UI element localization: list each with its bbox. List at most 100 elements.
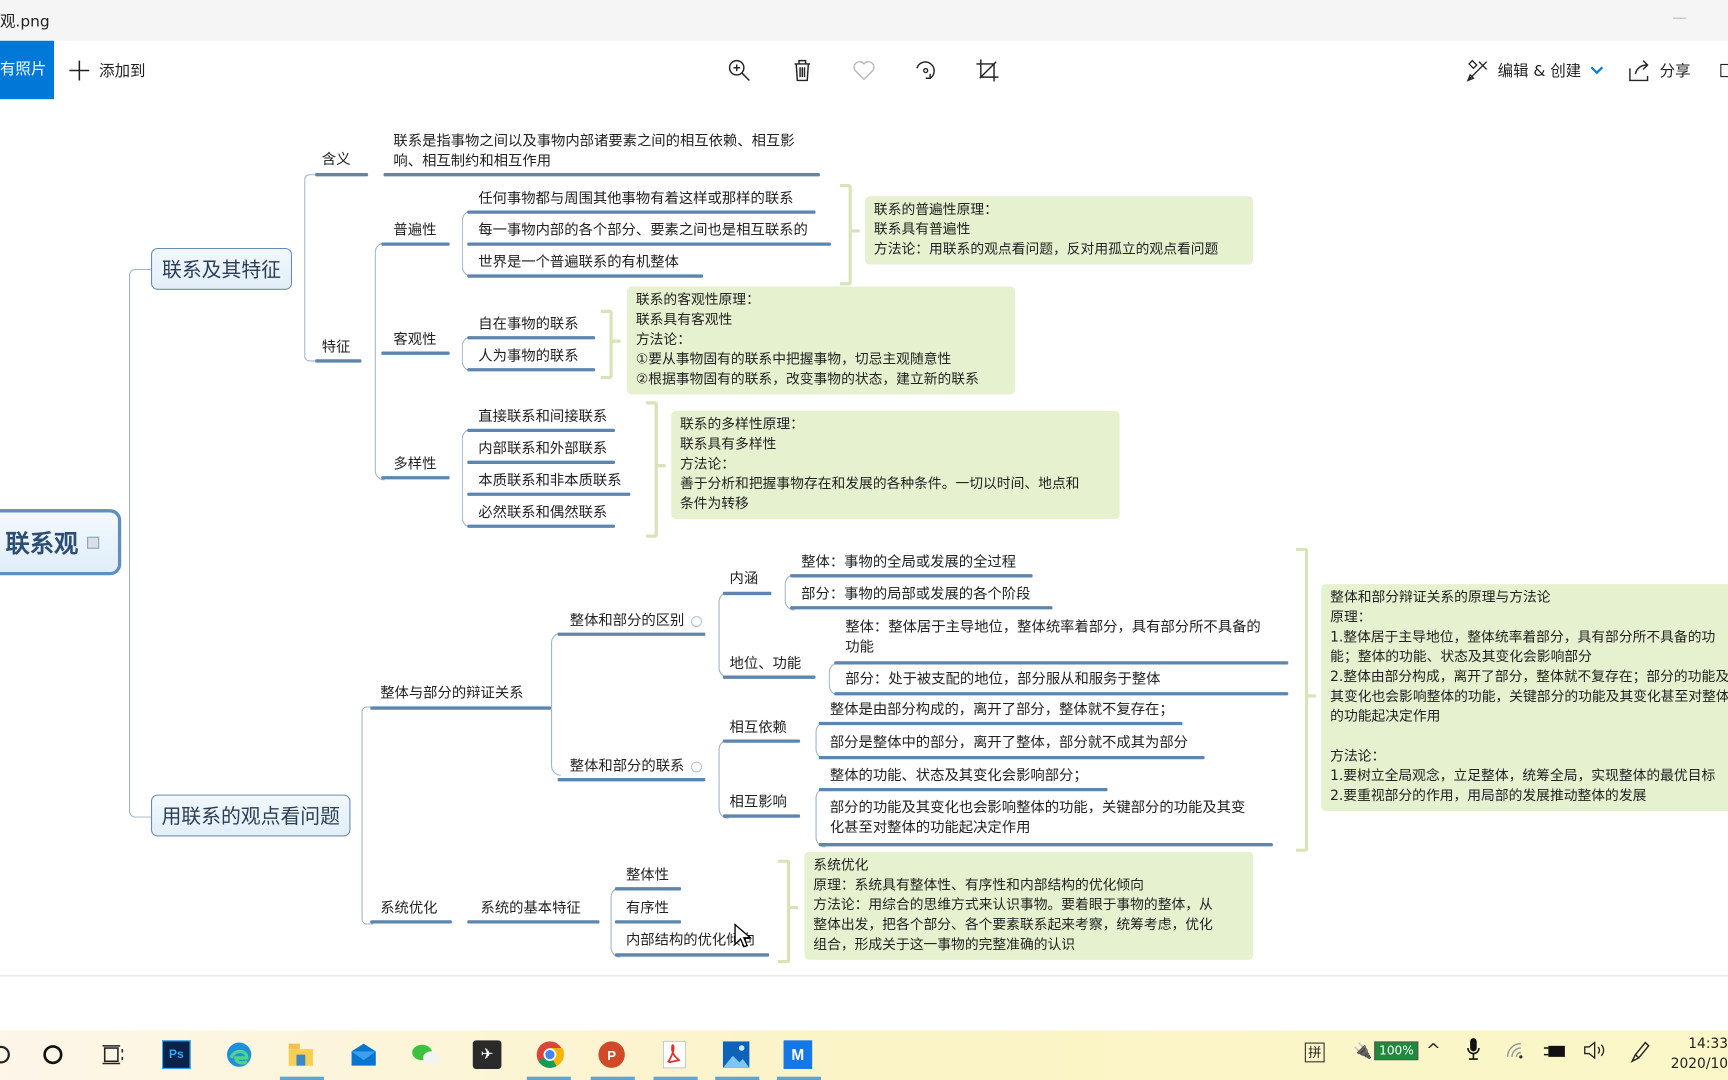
share-label: 分享 <box>1659 62 1691 80</box>
objectivity-connector <box>461 336 472 372</box>
delete-icon <box>789 57 815 83</box>
connotation-item[interactable]: 部分：事物的局部或发展的各个阶段 <box>801 585 1030 605</box>
node-meaning-text[interactable]: 联系是指事物之间以及事物内部诸要素之间的相互依赖、相互影 响、相互制约和相互作用 <box>393 132 794 172</box>
ime-label: 拼 <box>1308 1044 1322 1061</box>
diversity-item[interactable]: 本质联系和非本质联系 <box>478 472 621 492</box>
root-node[interactable]: 联系观 <box>0 509 122 576</box>
node-difference[interactable]: 整体和部分的区别 <box>570 612 703 632</box>
interaction-item[interactable]: 部分的功能及其变化也会影响整体的功能，关键部分的功能及其变 化甚至对整体的功能起… <box>830 799 1245 839</box>
delete-button[interactable] <box>789 41 815 99</box>
share-button[interactable]: 分享 <box>1627 41 1691 99</box>
node-system-optimization[interactable]: 系统优化 <box>380 899 437 919</box>
title-bar: 观.png <box>0 0 1728 41</box>
all-photos-button[interactable]: 有照片 <box>0 40 54 100</box>
favorite-button[interactable] <box>851 41 877 99</box>
edge-icon[interactable] <box>224 1039 255 1070</box>
node-dialectic[interactable]: 整体与部分的辩证关系 <box>380 684 523 704</box>
dialectic-connector <box>551 632 561 776</box>
interaction-item[interactable]: 整体的功能、状态及其变化会影响部分； <box>830 767 1088 787</box>
app-bird-icon[interactable]: ✈ <box>472 1039 503 1070</box>
minimize-button[interactable] <box>1672 17 1687 19</box>
start-button[interactable] <box>0 1039 22 1070</box>
pen-icon[interactable] <box>1629 1039 1651 1067</box>
clock[interactable]: 14:33 2020/10 <box>1662 1034 1728 1074</box>
rotate-button[interactable] <box>912 41 938 99</box>
universality-item[interactable]: 任何事物都与周围其他事物有着这样或那样的联系 <box>478 190 793 210</box>
summary-bracket-tick <box>1307 694 1316 698</box>
task-view-icon[interactable] <box>98 1039 129 1070</box>
microphone-icon[interactable] <box>1466 1037 1481 1065</box>
status-item[interactable]: 整体：整体居于主导地位，整体统率着部分，具有部分所不具备的 功能 <box>845 618 1260 658</box>
objectivity-label: 客观性 <box>393 331 437 349</box>
file-explorer-icon[interactable] <box>285 1039 316 1070</box>
app-blue-icon[interactable]: M <box>782 1039 813 1070</box>
note-system-optimization: 系统优化 原理：系统具有整体性、有序性和内部结构的优化倾向 方法论：用综合的思维… <box>804 851 1254 960</box>
node-connotation[interactable]: 内涵 <box>730 570 759 590</box>
objectivity-item[interactable]: 人为事物的联系 <box>478 347 578 367</box>
system-feature-item[interactable]: 整体性 <box>626 866 669 886</box>
note-dialectic: 整体和部分辩证关系的原理与方法论 原理： 1.整体居于主导地位，整体统率着部分，… <box>1321 584 1728 812</box>
node-system-features[interactable]: 系统的基本特征 <box>480 899 580 919</box>
more-button[interactable] <box>1720 41 1728 99</box>
objectivity-item[interactable]: 自在事物的联系 <box>478 315 578 335</box>
volume-icon[interactable] <box>1583 1041 1607 1062</box>
powerpoint-icon[interactable]: P <box>596 1039 627 1070</box>
node-features[interactable]: 特征 <box>322 338 351 358</box>
node-objectivity[interactable]: 客观性 <box>393 331 436 351</box>
node-underline <box>614 953 770 957</box>
node-features-label: 特征 <box>321 339 351 356</box>
branch-node-label: 用联系的观点看问题 <box>161 805 340 829</box>
collapse-toggle[interactable] <box>690 760 703 772</box>
node-underline <box>383 173 820 177</box>
branch-node-label: 联系及其特征 <box>161 258 282 283</box>
summary-bracket <box>839 184 852 286</box>
note-icon <box>87 536 100 549</box>
add-to-button[interactable]: 添加到 <box>66 41 145 99</box>
connotation-connector <box>784 574 795 611</box>
diversity-item[interactable]: 必然联系和偶然联系 <box>478 504 607 524</box>
battery-indicator[interactable]: 🔌 100% <box>1353 1041 1419 1061</box>
status-item[interactable]: 部分：处于被支配的地位，部分服从和服务于整体 <box>845 670 1160 690</box>
branch-node-connection-features[interactable]: 联系及其特征 <box>150 247 293 290</box>
chevron-up-icon[interactable]: ^ <box>1426 1039 1441 1060</box>
node-meaning[interactable]: 含义 <box>322 151 351 171</box>
chrome-icon[interactable] <box>534 1039 565 1070</box>
node-underline <box>818 721 1183 726</box>
power-icon[interactable] <box>1543 1044 1567 1063</box>
edit-create-button[interactable]: 编辑 & 创建 <box>1465 41 1604 99</box>
wechat-icon[interactable] <box>410 1039 441 1070</box>
collapse-toggle[interactable] <box>690 615 703 627</box>
cortana-icon[interactable] <box>37 1039 68 1070</box>
system-feature-item[interactable]: 有序性 <box>626 899 669 919</box>
node-underline <box>467 460 615 464</box>
acrobat-icon[interactable] <box>659 1039 690 1070</box>
mail-icon[interactable] <box>348 1039 379 1070</box>
universality-item[interactable]: 每一事物内部的各个部分、要素之间也是相互联系的 <box>478 222 808 242</box>
diversity-item[interactable]: 直接联系和间接联系 <box>478 408 607 428</box>
photos-icon[interactable] <box>721 1039 752 1070</box>
node-connection[interactable]: 整体和部分的联系 <box>570 757 703 777</box>
interdependence-item[interactable]: 部分是整体中的部分，离开了整体，部分就不成其为部分 <box>830 734 1188 754</box>
diversity-item[interactable]: 内部联系和外部联系 <box>478 440 607 460</box>
summary-bracket-tick <box>789 905 798 910</box>
node-underline <box>315 359 362 363</box>
connotation-item[interactable]: 整体：事物的全局或发展的全过程 <box>801 553 1016 573</box>
branch-node-view-with-connection[interactable]: 用联系的观点看问题 <box>150 794 351 837</box>
mouse-cursor-icon <box>734 923 752 948</box>
node-underline <box>467 428 615 432</box>
ime-indicator[interactable]: 拼 <box>1304 1042 1325 1063</box>
root-node-label: 联系观 <box>5 531 79 559</box>
interdependence-item[interactable]: 整体是由部分构成的，离开了部分，整体就不复存在； <box>830 701 1174 721</box>
item-text: 整体是由部分构成的，离开了部分，整体就不复存在； <box>829 701 1174 719</box>
connection-connector <box>718 739 729 819</box>
wifi-icon[interactable] <box>1505 1041 1527 1062</box>
node-diversity[interactable]: 多样性 <box>393 455 436 475</box>
crop-button[interactable] <box>974 41 1000 99</box>
node-interaction[interactable]: 相互影响 <box>730 793 787 813</box>
zoom-in-button[interactable] <box>726 41 752 99</box>
node-status-function[interactable]: 地位、功能 <box>730 655 802 675</box>
node-interdependence[interactable]: 相互依赖 <box>730 719 787 739</box>
universality-item[interactable]: 世界是一个普遍联系的有机整体 <box>478 253 679 273</box>
node-universality[interactable]: 普遍性 <box>393 222 436 242</box>
photoshop-icon[interactable]: Ps <box>161 1039 192 1070</box>
